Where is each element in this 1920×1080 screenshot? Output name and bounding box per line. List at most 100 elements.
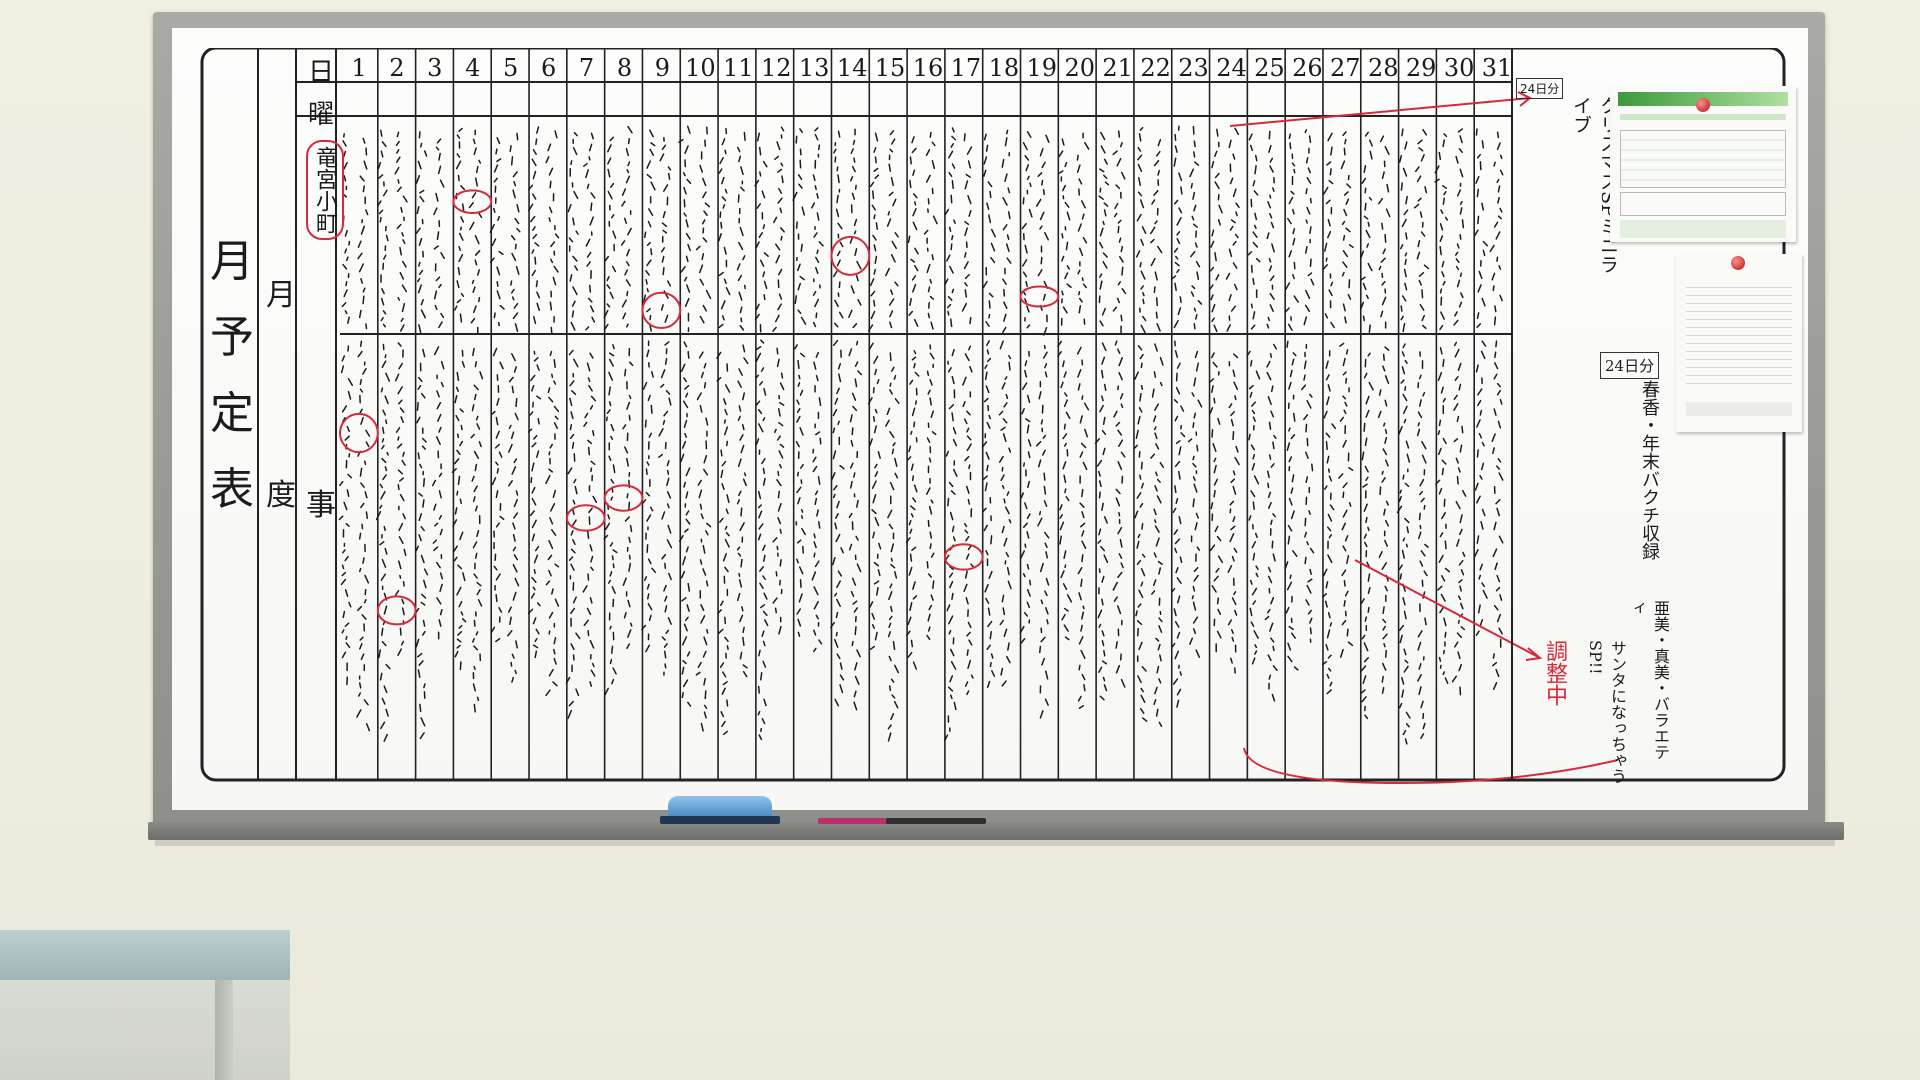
ink-stroke (1025, 418, 1031, 423)
ink-stroke (775, 254, 781, 264)
ink-stroke (699, 503, 703, 510)
ink-stroke (835, 631, 838, 637)
ink-stroke (831, 472, 836, 481)
ink-stroke (666, 477, 670, 487)
ink-stroke (1155, 537, 1160, 547)
ink-stroke (1153, 699, 1157, 706)
ink-stroke (460, 216, 465, 223)
ink-stroke (1045, 134, 1050, 143)
ink-stroke (779, 443, 785, 448)
ink-stroke (739, 651, 743, 660)
ink-stroke (837, 420, 840, 426)
ink-stroke (1481, 140, 1485, 149)
ink-stroke (1287, 642, 1292, 651)
ink-stroke (1327, 132, 1333, 142)
ink-stroke (932, 215, 938, 225)
ink-stroke (1213, 478, 1218, 486)
ink-stroke (1249, 607, 1253, 617)
ink-stroke (585, 326, 590, 331)
ink-stroke (723, 246, 727, 255)
ink-stroke (362, 295, 365, 305)
ink-stroke (1444, 540, 1447, 550)
ink-stroke (1461, 425, 1464, 434)
ink-stroke (779, 528, 782, 534)
ink-stroke (1029, 579, 1032, 586)
ink-stroke (985, 550, 989, 556)
ink-stroke (381, 627, 384, 636)
ink-stroke (473, 147, 477, 156)
ink-stroke (534, 256, 537, 265)
ink-stroke (834, 522, 838, 530)
ink-stroke (1099, 695, 1105, 701)
ink-stroke (1061, 613, 1066, 621)
ink-stroke (1156, 665, 1160, 674)
ink-stroke (1155, 708, 1159, 717)
ink-stroke (1309, 568, 1312, 575)
ink-stroke (612, 667, 617, 675)
ink-stroke (591, 316, 596, 323)
ink-stroke (1002, 607, 1006, 616)
extra-column-label: 24日分 (1516, 78, 1564, 99)
ink-stroke (626, 248, 630, 257)
ink-stroke (1176, 699, 1180, 708)
ink-stroke (1458, 559, 1464, 566)
ink-stroke (778, 421, 784, 427)
ink-stroke (1026, 394, 1031, 404)
ink-stroke (703, 468, 709, 476)
ink-stroke (1495, 340, 1498, 348)
ink-stroke (779, 207, 783, 214)
ink-stroke (1460, 626, 1466, 631)
ink-stroke (1290, 190, 1295, 195)
ink-stroke (610, 478, 615, 484)
ink-stroke (923, 229, 929, 235)
ink-stroke (1455, 155, 1459, 164)
ink-stroke (1418, 279, 1422, 286)
ink-stroke (340, 365, 345, 374)
ink-stroke (1139, 353, 1144, 360)
ink-stroke (812, 321, 817, 328)
ink-stroke (646, 307, 651, 313)
marker-pen-icon[interactable] (818, 818, 888, 824)
events-row-label: 事 (306, 488, 336, 523)
marker-pen-icon[interactable] (886, 818, 986, 824)
ink-stroke (663, 650, 667, 659)
ink-stroke (1492, 548, 1498, 558)
ink-stroke (1081, 213, 1085, 220)
ink-stroke (1458, 579, 1463, 584)
ink-stroke (496, 397, 500, 406)
ink-stroke (1066, 594, 1073, 603)
ink-stroke (379, 541, 385, 546)
ink-stroke (1175, 440, 1181, 445)
ink-stroke (1118, 357, 1123, 367)
ink-stroke (1305, 423, 1308, 433)
ink-stroke (1080, 624, 1083, 632)
ink-stroke (683, 186, 687, 195)
ink-stroke (953, 219, 956, 225)
ink-stroke (683, 623, 688, 632)
ink-stroke (849, 176, 854, 182)
ink-stroke (1211, 385, 1214, 393)
ink-stroke (548, 468, 554, 473)
ink-stroke (874, 471, 879, 477)
ink-stroke (420, 717, 426, 727)
ink-stroke (548, 569, 552, 577)
ink-stroke (344, 435, 350, 441)
ink-stroke (702, 544, 706, 554)
ink-stroke (1102, 261, 1108, 269)
ink-stroke (1365, 409, 1370, 418)
ink-stroke (1340, 160, 1346, 170)
ink-stroke (571, 519, 577, 527)
ink-stroke (887, 509, 893, 519)
ink-stroke (925, 174, 931, 183)
ink-stroke (1365, 229, 1371, 239)
ink-stroke (948, 615, 954, 625)
ink-stroke (857, 299, 862, 306)
ink-stroke (1192, 455, 1195, 461)
ink-stroke (1454, 348, 1460, 358)
ink-stroke (796, 415, 801, 423)
ink-stroke (1270, 637, 1275, 643)
ink-stroke (1363, 657, 1370, 663)
ink-stroke (1325, 644, 1329, 651)
ink-stroke (418, 376, 423, 382)
ink-stroke (1006, 234, 1010, 241)
